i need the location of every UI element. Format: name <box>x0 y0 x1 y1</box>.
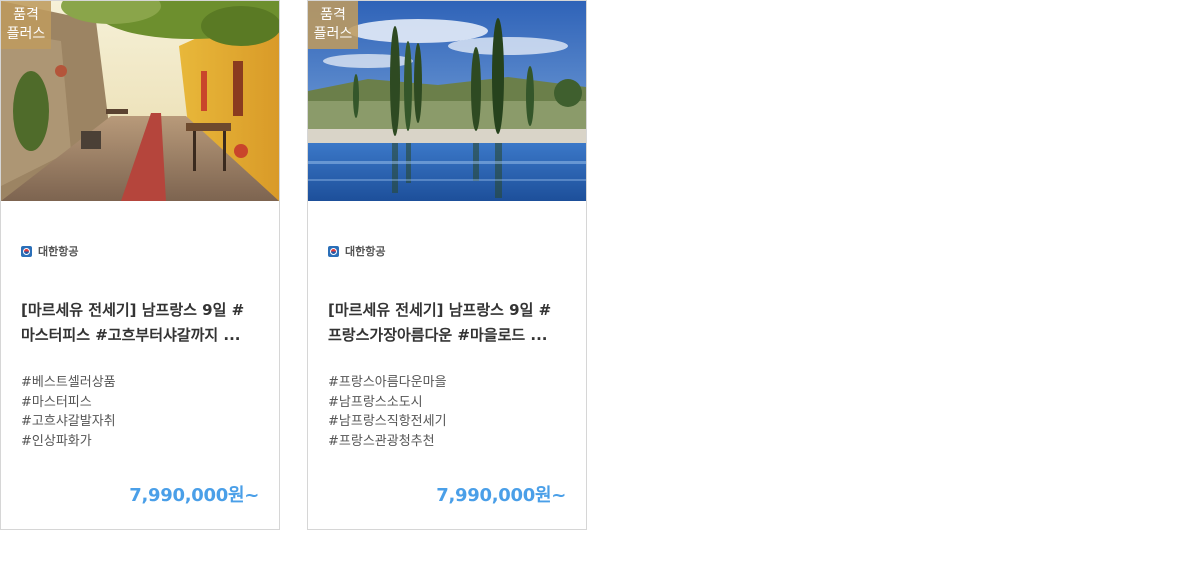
product-title-line-1[interactable]: [마르세유 전세기] 남프랑스 9일 # <box>21 298 261 323</box>
airline-info: 대한항공 <box>328 244 385 258</box>
korean-air-logo-icon <box>328 245 339 257</box>
hashtag: #마스터피스 <box>21 394 92 410</box>
product-title[interactable]: [마르세유 전세기] 남프랑스 9일 # 프랑스가장아름다운 #마을로드 ... <box>328 298 568 348</box>
hashtag: #인상파화가 <box>21 433 92 449</box>
korean-air-logo-icon <box>21 245 32 257</box>
airline-name: 대한항공 <box>345 245 386 258</box>
product-title-line-2[interactable]: 마스터피스 #고흐부터샤갈까지 ... <box>21 323 261 348</box>
product-card[interactable]: 품격 플러스 대한항공 [마르세유 전세기] 남프랑스 9일 # 마스터피스 #… <box>0 0 280 530</box>
airline-name: 대한항공 <box>38 245 79 258</box>
hashtag: #베스트셀러상품 <box>21 375 116 390</box>
hashtag: #프랑스아름다운마을 <box>328 375 447 390</box>
hashtag: #남프랑스소도시 <box>328 394 423 410</box>
airline-info: 대한항공 <box>21 244 78 258</box>
product-card-list: 품격 플러스 대한항공 [마르세유 전세기] 남프랑스 9일 # 마스터피스 #… <box>0 0 1200 570</box>
product-card[interactable]: 품격 플러스 대한항공 [마르세유 전세기] 남프랑스 9일 # 프랑스가장아름… <box>307 0 587 530</box>
product-title-line-2[interactable]: 프랑스가장아름다운 #마을로드 ... <box>328 323 568 348</box>
product-title[interactable]: [마르세유 전세기] 남프랑스 9일 # 마스터피스 #고흐부터샤갈까지 ... <box>21 298 261 348</box>
product-price: 7,990,000원~ <box>436 485 566 506</box>
product-image[interactable]: 품격 플러스 <box>1 1 279 201</box>
premium-plus-badge: 품격 플러스 <box>1 1 51 49</box>
product-title-line-1[interactable]: [마르세유 전세기] 남프랑스 9일 # <box>328 298 568 323</box>
product-price: 7,990,000원~ <box>129 485 259 506</box>
hashtag-list: #프랑스아름다운마을 #남프랑스소도시 #남프랑스직항전세기 #프랑스관광청추천 <box>328 373 447 451</box>
hashtag: #프랑스관광청추천 <box>328 433 435 449</box>
badge-line-1: 품격 <box>13 7 39 23</box>
premium-plus-badge: 품격 플러스 <box>308 1 358 49</box>
badge-line-1: 품격 <box>320 7 346 23</box>
hashtag-list: #베스트셀러상품 #마스터피스 #고흐샤갈발자취 #인상파화가 <box>21 373 116 451</box>
hashtag: #고흐샤갈발자취 <box>21 414 116 429</box>
hashtag: #남프랑스직항전세기 <box>328 414 447 429</box>
badge-line-2: 플러스 <box>313 26 353 42</box>
product-image[interactable]: 품격 플러스 <box>308 1 586 201</box>
badge-line-2: 플러스 <box>6 26 46 42</box>
